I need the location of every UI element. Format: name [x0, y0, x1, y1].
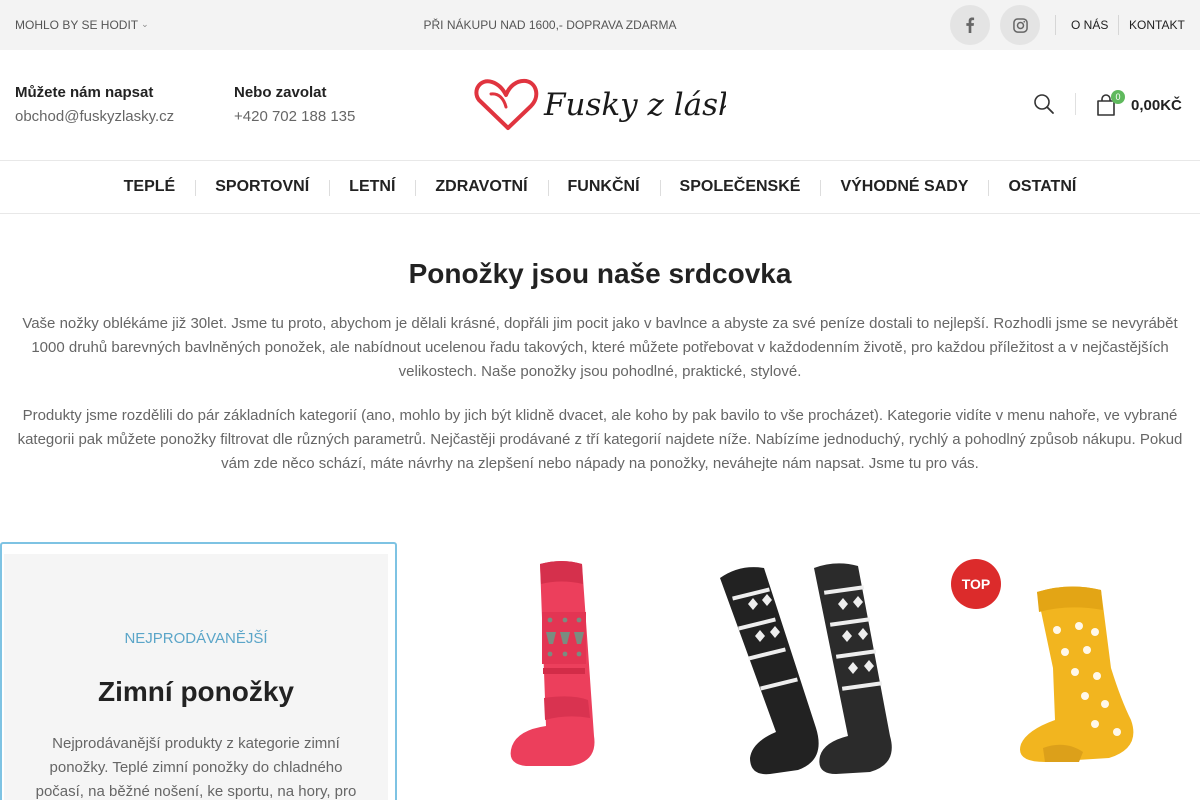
- page-title: Ponožky jsou naše srdcovka: [408, 258, 792, 289]
- nav-item-letni[interactable]: LETNÍ: [329, 178, 415, 196]
- search-icon: [1034, 94, 1054, 114]
- product-card[interactable]: [690, 548, 930, 800]
- nav-item-spolecenske[interactable]: SPOLEČENSKÉ: [659, 178, 821, 196]
- product-image: [720, 563, 892, 775]
- featured-kicker: NEJPRODÁVANĚJŠÍ: [124, 630, 268, 647]
- phone-link[interactable]: +420 702 188 135: [234, 108, 355, 125]
- featured-title: Zimní ponožky: [98, 676, 294, 707]
- product-image: [510, 561, 595, 766]
- top-bar: MOHLO BY SE HODIT ⌄ PŘI NÁKUPU NAD 1600,…: [0, 0, 1200, 50]
- nav-item-teple[interactable]: TEPLÉ: [104, 178, 196, 196]
- about-link[interactable]: O NÁS: [1071, 18, 1108, 32]
- divider: [1055, 15, 1056, 35]
- featured-description: Nejprodávanější produkty z kategorie zim…: [35, 735, 357, 800]
- divider: [1118, 15, 1119, 35]
- instagram-link[interactable]: [1000, 5, 1040, 45]
- svg-text:Fusky z lásky: Fusky z lásky: [543, 87, 726, 123]
- shipping-promo: PŘI NÁKUPU NAD 1600,- DOPRAVA ZDARMA: [423, 18, 677, 32]
- search-button[interactable]: [1033, 93, 1057, 117]
- facebook-link[interactable]: [950, 5, 990, 45]
- cart-button[interactable]: 0 0,00KČ: [1095, 90, 1195, 120]
- nav-item-funkcni[interactable]: FUNKČNÍ: [547, 178, 660, 196]
- instagram-icon: [1012, 17, 1028, 33]
- product-card[interactable]: [422, 548, 662, 800]
- site-logo[interactable]: Fusky z lásky: [474, 77, 755, 133]
- nav-item-zdravotni[interactable]: ZDRAVOTNÍ: [415, 178, 547, 196]
- facebook-icon: [966, 17, 975, 33]
- intro-paragraph: Vaše nožky oblékáme již 30let. Jsme tu p…: [22, 315, 1178, 380]
- featured-category-card[interactable]: NEJPRODÁVANĚJŠÍ Zimní ponožky Nejprodáva…: [0, 542, 397, 800]
- phone-label: Nebo zavolat: [234, 84, 327, 101]
- cart-count-badge: 0: [1111, 90, 1125, 104]
- cart-total: 0,00KČ: [1131, 97, 1182, 114]
- nav-item-sportovni[interactable]: SPORTOVNÍ: [195, 178, 329, 196]
- divider: [1075, 93, 1076, 115]
- email-label: Můžete nám napsat: [15, 84, 154, 101]
- email-contact: Můžete nám napsat obchod@fuskyzlasky.cz: [15, 84, 174, 125]
- top-badge: TOP: [951, 559, 1001, 609]
- nav-item-vyhodne-sady[interactable]: VÝHODNÉ SADY: [820, 178, 988, 196]
- featured-category-panel: NEJPRODÁVANĚJŠÍ Zimní ponožky Nejprodáva…: [4, 554, 388, 800]
- phone-contact: Nebo zavolat +420 702 188 135: [234, 84, 355, 125]
- site-header: Můžete nám napsat obchod@fuskyzlasky.cz …: [0, 50, 1200, 160]
- main-navigation: TEPLÉ SPORTOVNÍ LETNÍ ZDRAVOTNÍ FUNKČNÍ …: [0, 160, 1200, 214]
- email-link[interactable]: obchod@fuskyzlasky.cz: [15, 108, 174, 125]
- intro-paragraph: Produkty jsme rozdělili do pár základníc…: [17, 407, 1183, 472]
- contact-link[interactable]: KONTAKT: [1129, 18, 1185, 32]
- nav-item-ostatni[interactable]: OSTATNÍ: [988, 178, 1096, 196]
